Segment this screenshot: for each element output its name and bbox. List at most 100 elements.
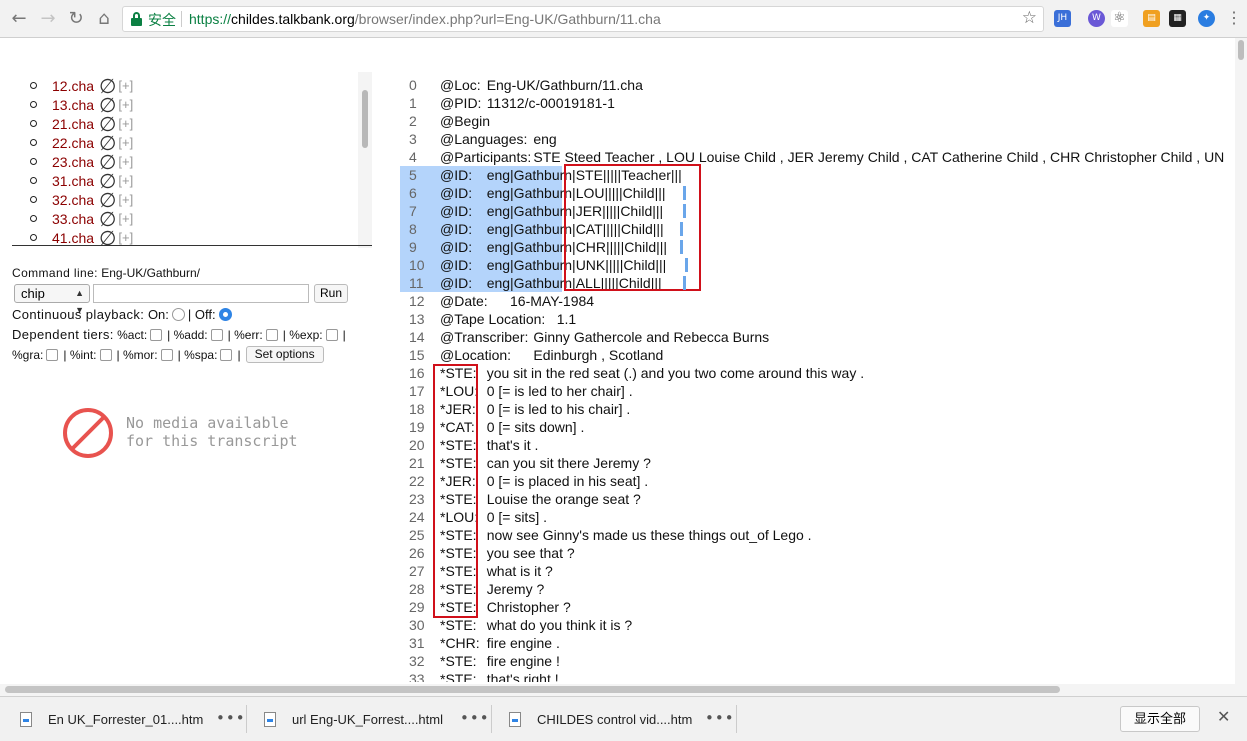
transcript-view: 0 @Loc: Eng-UK/Gathburn/11.cha 1 @PID: 1131… [400,76,1234,682]
download-more-icon[interactable]: ••• [216,709,246,727]
close-icon[interactable]: ✕ [1217,707,1230,726]
line-number: 3 [409,131,417,147]
line-number: 17 [409,383,425,399]
selection-marker [680,222,683,236]
file-link[interactable]: 32.cha [52,192,99,208]
page-vertical-scrollbar[interactable] [1235,38,1247,684]
playback-on-radio[interactable] [171,308,185,321]
file-list-scrollbar[interactable] [358,72,372,248]
file-link[interactable]: 21.cha [52,116,99,132]
tier-exp-checkbox[interactable] [325,328,338,341]
expand-link[interactable]: [+] [118,211,133,226]
tier-gra-checkbox[interactable] [46,348,59,361]
tier-act-checkbox[interactable] [150,328,163,341]
address-bar[interactable]: 安全 https://childes.talkbank.org/browser/… [122,6,1044,32]
browser-menu-icon[interactable]: ⋮ [1226,8,1242,28]
expand-link[interactable]: [+] [118,78,133,93]
continuous-playback: Continuous playback: On: | Off: [12,307,235,322]
line-text: *LOU: 0 [= sits] . [440,509,547,525]
line-text: @ID: eng|Gathburn|CHR|||||Child||| [440,239,668,255]
bookmark-star-icon[interactable]: ☆ [1022,8,1037,28]
download-item[interactable]: En UK_Forrester_01....htm [20,697,203,741]
forward-arrow-icon[interactable]: → [37,8,59,30]
playback-off-radio[interactable] [218,308,232,321]
scrollbar-thumb[interactable] [362,90,368,148]
no-media-icon: ∅ [99,73,117,98]
selection-marker [680,240,683,254]
dependent-tiers-label: Dependent tiers: [12,327,114,342]
line-number: 14 [409,329,425,345]
file-link[interactable]: 22.cha [52,135,99,151]
command-select[interactable]: chip ▲ ▼ [14,284,90,315]
transcript-line: 22 *JER: 0 [= is placed in his seat] . [400,472,1234,490]
expand-link[interactable]: [+] [118,97,133,112]
transcript-line: 3 @Languages: eng [400,130,1234,148]
run-button[interactable]: Run [314,284,348,303]
file-link[interactable]: 12.cha [52,78,99,94]
set-options-button[interactable]: Set options [245,346,324,363]
transcript-line: 27 *STE: what is it ? [400,562,1234,580]
file-link[interactable]: 33.cha [52,211,99,227]
list-item: 32.cha ∅ [+] [30,190,133,210]
no-media-message: No media available for this transcript [126,414,298,450]
url-host: childes.talkbank.org [231,11,355,27]
transcript-line: 14 @Transcriber: Ginny Gathercole and Reb… [400,328,1234,346]
expand-link[interactable]: [+] [118,154,133,169]
expand-link[interactable]: [+] [118,116,133,131]
translate-extension-icon[interactable]: ✦ [1198,10,1215,27]
tier-gra-label: %gra: [12,347,44,362]
download-item[interactable]: url Eng-UK_Forrest....html [264,697,443,741]
file-link[interactable]: 41.cha [52,230,99,246]
transcript-line: 33 *STE: that's right ! [400,670,1234,682]
command-input[interactable] [93,284,309,303]
line-text: @Location: Edinburgh , Scotland [440,347,664,363]
shield-extension-icon[interactable]: ▤ [1143,10,1160,27]
download-item[interactable]: CHILDES control vid....htm [509,697,692,741]
back-arrow-icon[interactable]: ← [8,8,30,30]
line-number: 32 [409,653,425,669]
download-divider [246,705,247,733]
page-horizontal-scrollbar[interactable] [0,684,1247,696]
tier-mor-checkbox[interactable] [160,348,173,361]
expand-link[interactable]: [+] [118,192,133,207]
tier-int-checkbox[interactable] [99,348,112,361]
selection-marker [685,258,688,272]
bullet [30,82,37,89]
jh-extension-icon[interactable]: JH [1054,10,1071,27]
tier-add-checkbox[interactable] [210,328,223,341]
tier-err-checkbox[interactable] [265,328,278,341]
transcript-line: 29 *STE: Christopher ? [400,598,1234,616]
badge-extension-icon[interactable]: W [1088,10,1105,27]
expand-link[interactable]: [+] [118,173,133,188]
command-select-value: chip [21,286,45,301]
scrollbar-thumb[interactable] [5,686,1060,693]
reload-icon[interactable]: ↻ [65,8,87,30]
file-link[interactable]: 13.cha [52,97,99,113]
url-scheme: https:// [189,11,232,27]
expand-link[interactable]: [+] [118,230,133,245]
qr-code-icon[interactable]: ▦ [1169,10,1186,27]
home-icon[interactable]: ⌂ [93,8,115,30]
transcript-line: 1 @PID: 11312/c-00019181-1 [400,94,1234,112]
line-number: 16 [409,365,425,381]
download-more-icon[interactable]: ••• [705,709,735,727]
scrollbar-thumb[interactable] [1238,40,1244,60]
react-extension-icon[interactable]: ⚛ [1111,10,1128,27]
file-link[interactable]: 23.cha [52,154,99,170]
line-number: 18 [409,401,425,417]
file-list-pane: 12.cha ∅ [+] 13.cha ∅ [+] 21.cha ∅ [+] 22.cha ∅… [0,70,375,248]
expand-link[interactable]: [+] [118,135,133,150]
line-text: @Languages: eng [440,131,557,147]
list-item: 31.cha ∅ [+] [30,171,133,191]
bullet [30,120,37,127]
no-media-line-2: for this transcript [126,432,298,450]
url-text[interactable]: https://childes.talkbank.org/browser/ind… [189,11,661,27]
playback-off-label: Off: [194,307,216,322]
tier-spa-checkbox[interactable] [220,348,233,361]
transcript-line: 16 *STE: you sit in the red seat (.) and … [400,364,1234,382]
line-text: *STE: you sit in the red seat (.) and yo… [440,365,865,381]
show-all-button[interactable]: 显示全部 [1120,706,1200,732]
file-link[interactable]: 31.cha [52,173,99,189]
transcript-line: 10 @ID: eng|Gathburn|UNK|||||Child||| [400,256,666,274]
download-more-icon[interactable]: ••• [460,709,490,727]
